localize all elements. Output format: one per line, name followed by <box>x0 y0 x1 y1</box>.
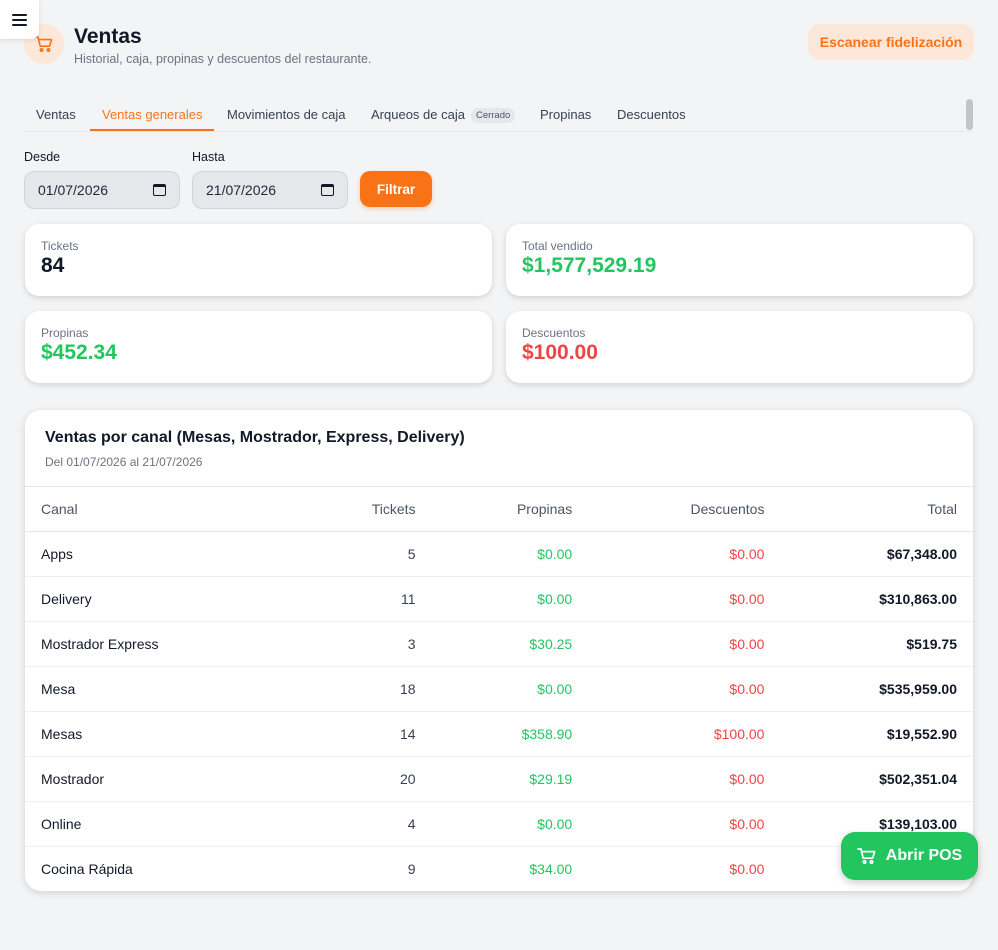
channel-sales-card: Ventas por canal (Mesas, Mostrador, Expr… <box>25 410 973 891</box>
cell-tickets: 14 <box>279 711 416 757</box>
cell-propinas: $358.90 <box>415 711 573 757</box>
scan-loyalty-button[interactable]: Escanear fidelización <box>808 24 974 60</box>
cell-canal: Delivery <box>25 576 280 622</box>
to-field: Hasta 21/07/2026 <box>192 150 348 209</box>
from-field: Desde 01/07/2026 <box>24 150 180 209</box>
page-subtitle: Historial, caja, propinas y descuentos d… <box>74 52 372 66</box>
cell-propinas: $0.00 <box>415 576 573 622</box>
cell-propinas: $0.00 <box>415 666 573 712</box>
page-header: Ventas Historial, caja, propinas y descu… <box>24 22 974 70</box>
stat-label: Propinas <box>41 326 89 340</box>
column-header-propinas: Propinas <box>415 486 573 532</box>
page-title: Ventas <box>74 25 142 48</box>
to-date-value: 21/07/2026 <box>206 182 277 198</box>
cell-tickets: 20 <box>279 756 416 802</box>
cell-canal: Mesa <box>25 666 280 712</box>
tab-propinas[interactable]: Propinas <box>540 97 591 131</box>
cell-total: $519.75 <box>764 621 973 667</box>
column-header-descuentos: Descuentos <box>572 486 765 532</box>
calendar-icon[interactable] <box>153 184 166 196</box>
stat-card-tickets: Tickets 84 <box>25 224 492 296</box>
stat-value: $100.00 <box>522 341 598 364</box>
cell-descuentos: $0.00 <box>572 801 765 847</box>
to-date-input[interactable]: 21/07/2026 <box>192 171 348 209</box>
cell-propinas: $0.00 <box>415 801 573 847</box>
cell-total: $310,863.00 <box>764 576 973 622</box>
cell-propinas: $30.25 <box>415 621 573 667</box>
table-row: Mesas 14 $358.90 $100.00 $19,552.90 <box>25 711 973 757</box>
cell-canal: Mesas <box>25 711 280 757</box>
table-row: Mostrador Express 3 $30.25 $0.00 $519.75 <box>25 621 973 667</box>
tab-arqueos-de-caja[interactable]: Arqueos de caja Cerrado <box>371 97 516 131</box>
table-row: Mostrador 20 $29.19 $0.00 $502,351.04 <box>25 756 973 802</box>
table-header-row: Canal Tickets Propinas Descuentos Total <box>25 486 973 532</box>
from-label: Desde <box>24 150 61 164</box>
cell-tickets: 5 <box>279 531 416 577</box>
tab-movimientos-de-caja[interactable]: Movimientos de caja <box>227 97 346 131</box>
cell-total: $19,552.90 <box>764 711 973 757</box>
stat-label: Descuentos <box>522 326 586 340</box>
card-title: Ventas por canal (Mesas, Mostrador, Expr… <box>45 429 465 446</box>
cell-canal: Mostrador Express <box>25 621 280 667</box>
stat-card-total: Total vendido $1,577,529.19 <box>506 224 973 296</box>
table-row: Cocina Rápida 9 $34.00 $0.00 <box>25 846 973 891</box>
cell-canal: Online <box>25 801 280 847</box>
stat-card-tips: Propinas $452.34 <box>25 311 492 383</box>
filter-button[interactable]: Filtrar <box>360 171 432 207</box>
cart-icon <box>856 848 876 865</box>
open-pos-button[interactable]: Abrir POS <box>841 832 978 880</box>
cell-total: $502,351.04 <box>764 756 973 802</box>
status-badge: Cerrado <box>470 108 516 123</box>
table-row: Mesa 18 $0.00 $0.00 $535,959.00 <box>25 666 973 712</box>
from-date-value: 01/07/2026 <box>38 182 109 198</box>
cell-canal: Apps <box>25 531 280 577</box>
cell-tickets: 3 <box>279 621 416 667</box>
cell-descuentos: $0.00 <box>572 621 765 667</box>
cell-descuentos: $0.00 <box>572 756 765 802</box>
cell-tickets: 4 <box>279 801 416 847</box>
cell-total: $535,959.00 <box>764 666 973 712</box>
tab-descuentos[interactable]: Descuentos <box>617 97 686 131</box>
stat-value: $1,577,529.19 <box>522 254 657 277</box>
stat-card-discounts: Descuentos $100.00 <box>506 311 973 383</box>
column-header-canal: Canal <box>25 486 280 532</box>
card-subtitle: Del 01/07/2026 al 21/07/2026 <box>45 455 203 469</box>
cell-descuentos: $0.00 <box>572 531 765 577</box>
tabs-scrollbar[interactable] <box>966 99 973 130</box>
stat-value: $452.34 <box>41 341 117 364</box>
cell-tickets: 11 <box>279 576 416 622</box>
cell-descuentos: $0.00 <box>572 666 765 712</box>
cell-canal: Cocina Rápida <box>25 846 280 891</box>
cell-descuentos: $0.00 <box>572 846 765 891</box>
cell-propinas: $0.00 <box>415 531 573 577</box>
cell-canal: Mostrador <box>25 756 280 802</box>
tab-bar: Ventas Ventas generales Movimientos de c… <box>24 97 974 132</box>
calendar-icon[interactable] <box>321 184 334 196</box>
table-row: Apps 5 $0.00 $0.00 $67,348.00 <box>25 531 973 577</box>
table-row: Online 4 $0.00 $0.00 $139,103.00 <box>25 801 973 847</box>
table-row: Delivery 11 $0.00 $0.00 $310,863.00 <box>25 576 973 622</box>
stat-label: Tickets <box>41 239 79 253</box>
tab-label: Arqueos de caja <box>371 107 465 122</box>
stat-label: Total vendido <box>522 239 593 253</box>
tab-ventas[interactable]: Ventas <box>36 97 76 131</box>
cell-propinas: $34.00 <box>415 846 573 891</box>
tab-ventas-generales[interactable]: Ventas generales <box>90 97 215 131</box>
cell-descuentos: $100.00 <box>572 711 765 757</box>
from-date-input[interactable]: 01/07/2026 <box>24 171 180 209</box>
stat-value: 84 <box>41 254 65 277</box>
column-header-total: Total <box>764 486 973 532</box>
cell-descuentos: $0.00 <box>572 576 765 622</box>
cell-total: $67,348.00 <box>764 531 973 577</box>
cell-propinas: $29.19 <box>415 756 573 802</box>
cell-tickets: 18 <box>279 666 416 712</box>
open-pos-label: Abrir POS <box>885 847 963 864</box>
menu-button[interactable] <box>0 0 39 39</box>
channel-table: Canal Tickets Propinas Descuentos Total … <box>25 486 973 891</box>
to-label: Hasta <box>192 150 225 164</box>
hamburger-icon <box>12 13 27 26</box>
column-header-tickets: Tickets <box>279 486 416 532</box>
cell-tickets: 9 <box>279 846 416 891</box>
